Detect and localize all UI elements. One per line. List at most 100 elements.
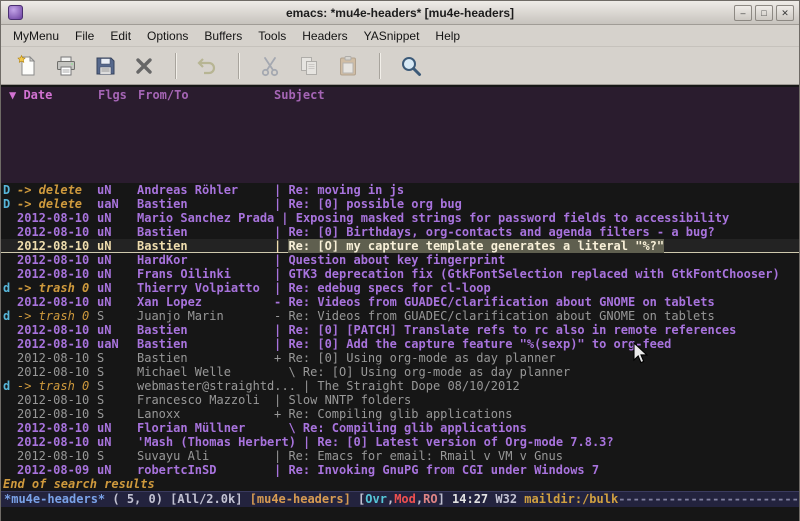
message-date: 2012-08-10 [17, 407, 97, 421]
message-row[interactable]: d-> trash 0SJuanjo Marin- Re: Videos fro… [1, 309, 799, 323]
message-flags: uN [97, 253, 137, 267]
menu-buffers[interactable]: Buffers [196, 26, 250, 46]
column-header-date[interactable]: ▼ Date [9, 87, 52, 103]
message-row[interactable]: d-> trash 0uNThierry Volpiatto| Re: edeb… [1, 281, 799, 295]
mark-indicator: D [1, 197, 17, 211]
message-from: Xan Lopez [137, 295, 274, 309]
message-row[interactable]: 2012-08-09uNrobertcInSD| Re: Invoking Gn… [1, 463, 799, 477]
copy-button [291, 50, 327, 82]
message-row[interactable]: 2012-08-10SFrancesco Mazzoli| Slow NNTP … [1, 393, 799, 407]
message-row[interactable]: 2012-08-10uNBastien| Re: [O] my capture … [1, 239, 799, 253]
message-from: webmaster@straightd... [137, 379, 303, 393]
message-from: Andreas Röhler [137, 183, 274, 197]
undo-icon [195, 54, 219, 78]
message-flags: S [97, 365, 137, 379]
message-row[interactable]: 2012-08-10uNFrans Oilinki| GTK3 deprecat… [1, 267, 799, 281]
message-row[interactable]: 2012-08-10SMichael Welle \ Re: [O] Using… [1, 365, 799, 379]
mark-indicator [1, 295, 17, 309]
message-row[interactable]: 2012-08-10uNMario Sanchez Prada| Exposin… [1, 211, 799, 225]
message-date: 2012-08-10 [17, 365, 97, 379]
message-row[interactable]: D-> deleteuNAndreas Röhler| Re: moving i… [1, 183, 799, 197]
message-flags: uN [97, 463, 137, 477]
message-row[interactable]: 2012-08-10SBastien+ Re: [0] Using org-mo… [1, 351, 799, 365]
message-row[interactable]: 2012-08-10uNFlorian Müllner \ Re: Compil… [1, 421, 799, 435]
message-from: Mario Sanchez Prada [137, 211, 281, 225]
menu-yasnippet[interactable]: YASnippet [356, 26, 428, 46]
paste-icon [336, 54, 360, 78]
cut-icon [258, 54, 282, 78]
message-date: 2012-08-10 [17, 323, 97, 337]
message-row[interactable]: 2012-08-10uNBastien| Re: [0] Birthdays, … [1, 225, 799, 239]
message-subject: + Re: Compiling glib applications [274, 407, 799, 421]
message-subject: | Re: [0] Birthdays, org-contacts and ag… [274, 225, 799, 239]
print-icon [54, 54, 78, 78]
minimize-button[interactable]: – [734, 5, 752, 21]
menu-edit[interactable]: Edit [102, 26, 139, 46]
message-row[interactable]: d-> trash 0Swebmaster@straightd...| The … [1, 379, 799, 393]
print-button[interactable] [48, 50, 84, 82]
message-row[interactable]: 2012-08-10uaNBastien| Re: [0] Add the ca… [1, 337, 799, 351]
mark-action: -> trash 0 [17, 379, 97, 393]
menu-options[interactable]: Options [139, 26, 196, 46]
message-from: Francesco Mazzoli [137, 393, 274, 407]
message-subject: - Re: Videos from GUADEC/clarification a… [274, 309, 799, 323]
message-date: 2012-08-10 [17, 295, 97, 309]
message-date: 2012-08-10 [17, 253, 97, 267]
message-from: Bastien [137, 323, 274, 337]
modeline-mod: Mod [394, 492, 416, 506]
message-flags: uN [97, 183, 137, 197]
message-row[interactable]: 2012-08-10uNXan Lopez- Re: Videos from G… [1, 295, 799, 309]
column-header-subject[interactable]: Subject [274, 87, 325, 103]
menu-mymenu[interactable]: MyMenu [5, 26, 67, 46]
message-row[interactable]: 2012-08-10SLanoxx+ Re: Compiling glib ap… [1, 407, 799, 421]
search-button[interactable] [393, 50, 429, 82]
column-header-flags[interactable]: Flgs [98, 87, 127, 103]
header-line: ▼ Date Flgs From/To Subject [1, 87, 799, 183]
message-row[interactable]: 2012-08-10uNBastien| Re: [0] [PATCH] Tra… [1, 323, 799, 337]
echo-area [1, 507, 799, 521]
mark-indicator: d [1, 281, 17, 295]
message-subject: | Re: [0] [PATCH] Translate refs to rc a… [274, 323, 799, 337]
menu-file[interactable]: File [67, 26, 102, 46]
message-row[interactable]: D-> deleteuaNBastien| Re: [0] possible o… [1, 197, 799, 211]
date-header-label: Date [16, 88, 52, 102]
message-from: Bastien [137, 337, 274, 351]
column-header-from[interactable]: From/To [138, 87, 189, 103]
menu-headers[interactable]: Headers [294, 26, 355, 46]
menu-tools[interactable]: Tools [250, 26, 294, 46]
message-row[interactable]: 2012-08-10uNHardKor| Question about key … [1, 253, 799, 267]
modeline-time: 14:27 [452, 492, 495, 506]
message-date: 2012-08-10 [17, 351, 97, 365]
toolbar-separator [238, 53, 240, 79]
message-from: Bastien [137, 197, 274, 211]
close-button[interactable]: ✕ [776, 5, 794, 21]
message-flags: S [97, 309, 137, 323]
mark-action: -> trash 0 [17, 281, 97, 295]
cut-button [252, 50, 288, 82]
message-flags: uN [97, 211, 137, 225]
toolbar-separator [379, 53, 381, 79]
menu-help[interactable]: Help [427, 26, 468, 46]
new-file-button[interactable] [9, 50, 45, 82]
message-row[interactable]: 2012-08-10uN'Mash (Thomas Herbert)| Re: … [1, 435, 799, 449]
message-date: 2012-08-10 [17, 449, 97, 463]
maximize-button[interactable]: □ [755, 5, 773, 21]
close-buffer-button[interactable] [126, 50, 162, 82]
mark-indicator [1, 323, 17, 337]
message-flags: uN [97, 281, 137, 295]
modeline-ovr: Ovr [365, 492, 387, 506]
message-row[interactable]: 2012-08-10SSuvayu Ali| Re: Emacs for ema… [1, 449, 799, 463]
save-button[interactable] [87, 50, 123, 82]
message-flags: S [97, 351, 137, 365]
message-from: robertcInSD [137, 463, 274, 477]
message-flags: uN [97, 267, 137, 281]
message-flags: S [97, 393, 137, 407]
modeline-ro: RO [423, 492, 437, 506]
mark-indicator [1, 351, 17, 365]
close-buffer-icon [132, 54, 156, 78]
message-flags: uN [97, 225, 137, 239]
title-bar[interactable]: emacs: *mu4e-headers* [mu4e-headers] – □… [1, 1, 799, 25]
message-date: 2012-08-10 [17, 393, 97, 407]
new-file-icon [15, 54, 39, 78]
message-date: 2012-08-10 [17, 225, 97, 239]
